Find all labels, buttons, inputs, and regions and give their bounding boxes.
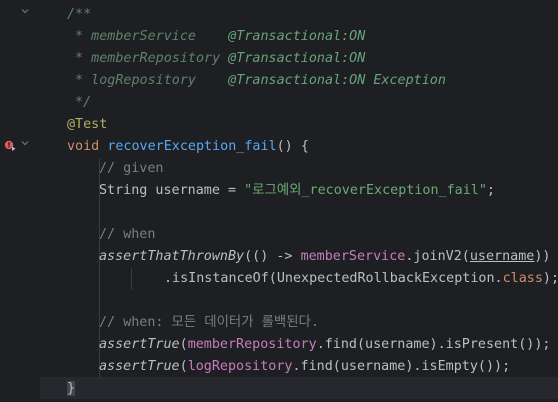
code-line[interactable]: * memberRepository @Transactional:ON: [40, 48, 558, 70]
code-token: // when: [99, 227, 156, 242]
code-line[interactable]: * logRepository @Transactional:ON Except…: [40, 70, 558, 92]
code-token: memberRepository: [187, 337, 317, 352]
code-token: @Test: [67, 117, 108, 132]
code-token: * memberService: [67, 29, 229, 44]
code-line[interactable]: // given: [40, 158, 558, 180]
code-token: class: [502, 271, 543, 286]
code-token: // when: 모든 데이터가 롤백된다.: [99, 315, 319, 330]
code-token: * logRepository: [67, 73, 229, 88]
run-test-error-icon[interactable]: [4, 140, 16, 152]
code-line[interactable]: * memberService @Transactional:ON: [40, 26, 558, 48]
code-token: assertTrue: [99, 359, 180, 374]
code-line[interactable]: */: [40, 92, 558, 114]
code-token: @Transactional:ON: [228, 51, 366, 66]
code-token: ;: [486, 183, 495, 198]
code-token: void: [67, 139, 108, 154]
code-editor[interactable]: /** * memberService @Transactional:ON * …: [40, 0, 558, 402]
code-token: * memberRepository: [67, 51, 229, 66]
code-token: // given: [99, 161, 164, 176]
code-token: username: [469, 249, 535, 264]
code-line[interactable]: // when: 모든 데이터가 롤백된다.: [40, 312, 558, 334]
code-token: assertTrue: [99, 337, 180, 352]
code-line[interactable]: String username = "로그예외_recoverException…: [40, 180, 558, 202]
code-token: (() ->: [244, 249, 301, 264]
code-token: logRepository: [187, 359, 293, 374]
code-line[interactable]: /**: [40, 4, 558, 26]
code-token: recoverException_fail: [107, 139, 277, 154]
code-token: /**: [67, 7, 92, 22]
code-token: )): [534, 249, 551, 264]
code-token: (: [179, 359, 188, 374]
code-token: );: [542, 271, 558, 286]
code-token: .isInstanceOf(UnexpectedRollbackExceptio…: [164, 271, 503, 286]
code-token: .find(username).isEmpty());: [292, 359, 511, 374]
code-token: String username =: [99, 183, 245, 198]
code-line[interactable]: assertTrue(memberRepository.find(usernam…: [40, 334, 558, 356]
code-token: .joinV2(: [405, 249, 470, 264]
code-token: @Transactional:ON: [228, 29, 366, 44]
code-token: (: [179, 337, 188, 352]
code-token: assertThatThrownBy: [99, 249, 245, 264]
code-token: "로그예외_recoverException_fail": [244, 183, 487, 198]
chevron-down-icon[interactable]: [21, 139, 29, 147]
chevron-down-icon[interactable]: [21, 7, 29, 15]
code-token: .find(username).isPresent());: [316, 337, 551, 352]
code-line[interactable]: }: [40, 378, 558, 400]
code-token: memberService: [300, 249, 406, 264]
code-line[interactable]: [40, 290, 558, 312]
code-token: }: [67, 381, 76, 396]
editor-gutter: [0, 0, 40, 402]
code-line[interactable]: assertThatThrownBy(() -> memberService.j…: [40, 246, 558, 268]
code-token: (): [276, 139, 301, 154]
code-line[interactable]: void recoverException_fail() {: [40, 136, 558, 158]
code-line[interactable]: .isInstanceOf(UnexpectedRollbackExceptio…: [40, 268, 558, 290]
code-line[interactable]: // when: [40, 224, 558, 246]
code-line[interactable]: assertTrue(logRepository.find(username).…: [40, 356, 558, 378]
code-token: {: [300, 139, 309, 154]
code-token: */: [67, 95, 92, 110]
code-token: @Transactional:ON Exception: [228, 73, 446, 88]
code-line[interactable]: [40, 202, 558, 224]
code-line[interactable]: @Test: [40, 114, 558, 136]
